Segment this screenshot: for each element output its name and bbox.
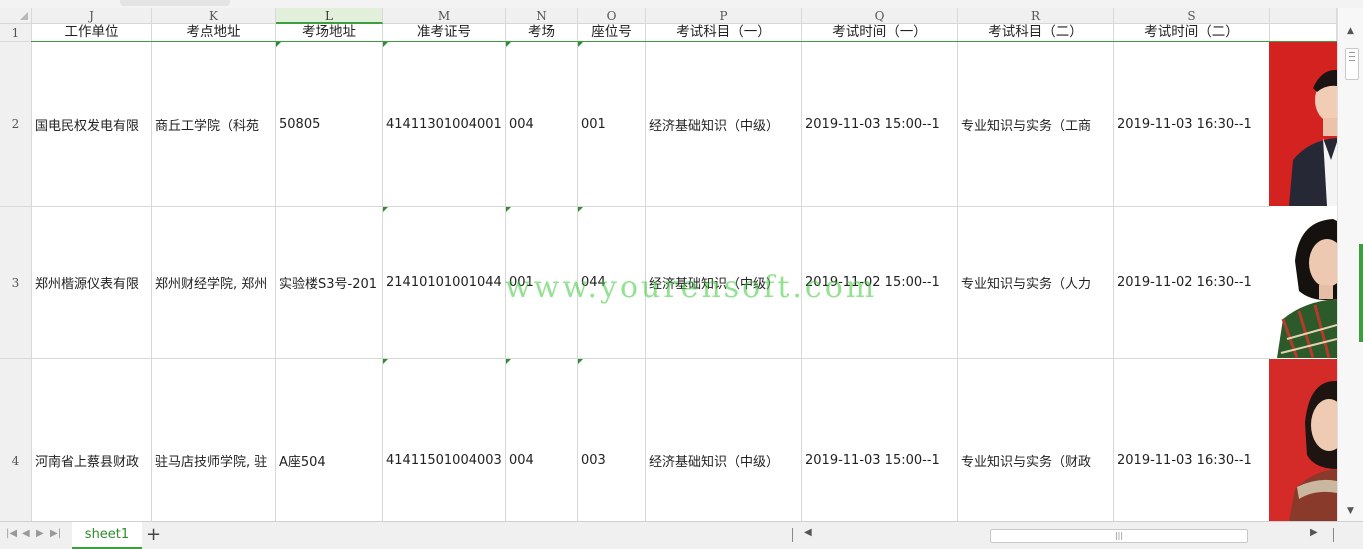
table-cell[interactable]: 21410101001044 — [383, 207, 506, 359]
column-header-s[interactable]: S — [1114, 8, 1270, 24]
table-cell[interactable]: 2019-11-03 15:00--1 — [802, 42, 958, 207]
column-header-p[interactable]: P — [646, 8, 802, 24]
header-cell-subject-1[interactable]: 考试科目（一） — [646, 24, 802, 42]
table-cell[interactable]: 001 — [506, 207, 578, 359]
column-header-q[interactable]: Q — [802, 8, 958, 24]
table-cell[interactable]: 国电民权发电有限 — [32, 42, 152, 207]
header-cell-seat-number[interactable]: 座位号 — [578, 24, 646, 42]
error-indicator-icon — [383, 207, 388, 212]
add-sheet-icon[interactable]: + — [146, 524, 161, 545]
scroll-up-icon[interactable]: ▲ — [1338, 22, 1363, 40]
table-cell[interactable]: 2019-11-02 16:30--1 — [1114, 207, 1270, 359]
last-sheet-icon[interactable]: ▶| — [50, 528, 61, 539]
column-header-j[interactable]: J — [32, 8, 152, 24]
header-cell-subject-2[interactable]: 考试科目（二） — [958, 24, 1114, 42]
scroll-right-icon[interactable]: ▶ — [1310, 527, 1318, 538]
row-header-1[interactable]: 1 — [0, 24, 32, 42]
table-cell[interactable]: 003 — [578, 359, 646, 521]
error-indicator-icon — [506, 42, 511, 47]
header-cell-time-1[interactable]: 考试时间（一） — [802, 24, 958, 42]
horizontal-scrollbar[interactable]: ◀ ||| ▶ — [800, 527, 1330, 543]
column-header-blank[interactable] — [1270, 8, 1337, 24]
table-cell[interactable]: A座504 — [276, 359, 383, 521]
table-cell[interactable]: 2019-11-02 15:00--1 — [802, 207, 958, 359]
table-cell[interactable]: 004 — [506, 42, 578, 207]
prev-sheet-icon[interactable]: ◀ — [22, 528, 30, 539]
table-cell[interactable]: 41411301004001 — [383, 42, 506, 207]
table-cell[interactable]: 专业知识与实务（财政 — [958, 359, 1114, 521]
table-cell[interactable]: 专业知识与实务（人力 — [958, 207, 1114, 359]
column-header-n[interactable]: N — [506, 8, 578, 24]
scroll-down-icon[interactable]: ▼ — [1338, 502, 1363, 520]
table-cell[interactable]: 001 — [578, 42, 646, 207]
error-indicator-icon — [578, 42, 583, 47]
table-cell[interactable]: 2019-11-03 16:30--1 — [1114, 42, 1270, 207]
next-sheet-icon[interactable]: ▶ — [36, 528, 44, 539]
table-cell[interactable]: 2019-11-03 16:30--1 — [1114, 359, 1270, 521]
table-cell[interactable]: 2019-11-03 15:00--1 — [802, 359, 958, 521]
column-header-m[interactable]: M — [383, 8, 506, 24]
table-cell[interactable]: 004 — [506, 359, 578, 521]
table-cell[interactable]: 河南省上蔡县财政 — [32, 359, 152, 521]
divider — [1333, 528, 1334, 542]
sheet-tab-sheet1[interactable]: sheet1 — [72, 522, 142, 549]
person-photo[interactable] — [1269, 359, 1337, 521]
column-header-o[interactable]: O — [578, 8, 646, 24]
header-cell-exam-site-address[interactable]: 考点地址 — [152, 24, 276, 42]
spreadsheet-grid[interactable]: J K L M N O P Q R S 1 工作单位 考点地址 考场地址 准考证… — [0, 8, 1337, 521]
select-all-corner[interactable] — [0, 8, 32, 24]
sheet-tab-bar: |◀ ◀ ▶ ▶| sheet1 + ◀ ||| ▶ — [0, 521, 1363, 549]
table-cell[interactable]: 专业知识与实务（工商 — [958, 42, 1114, 207]
table-cell[interactable]: 50805 — [276, 42, 383, 207]
horizontal-scroll-thumb[interactable]: ||| — [990, 529, 1248, 543]
column-header-k[interactable]: K — [152, 8, 276, 24]
table-cell[interactable]: 郑州楷源仪表有限 — [32, 207, 152, 359]
header-cell-exam-room-address[interactable]: 考场地址 — [276, 24, 383, 42]
table-cell[interactable]: 实验楼S3号-201 — [276, 207, 383, 359]
table-cell[interactable]: 经济基础知识（中级） — [646, 42, 802, 207]
selection-underline — [31, 41, 1337, 42]
header-cell-time-2[interactable]: 考试时间（二） — [1114, 24, 1270, 42]
top-toolbar-strip — [0, 0, 1363, 8]
header-cell-admission-number[interactable]: 准考证号 — [383, 24, 506, 42]
column-header-l[interactable]: L — [276, 8, 383, 24]
header-cell-blank[interactable] — [1270, 24, 1337, 42]
header-cell-exam-room[interactable]: 考场 — [506, 24, 578, 42]
table-cell[interactable]: 044 — [578, 207, 646, 359]
divider — [792, 528, 793, 542]
error-indicator-icon — [506, 359, 511, 364]
vertical-scroll-thumb[interactable] — [1345, 48, 1359, 80]
first-sheet-icon[interactable]: |◀ — [6, 528, 17, 539]
error-indicator-icon — [383, 42, 388, 47]
table-cell[interactable]: 郑州财经学院, 郑州 — [152, 207, 276, 359]
error-indicator-icon — [506, 207, 511, 212]
table-cell[interactable]: 41411501004003 — [383, 359, 506, 521]
top-tab-fragment — [120, 0, 230, 6]
row-header-4[interactable]: 4 — [0, 359, 32, 521]
person-photo[interactable] — [1269, 207, 1337, 358]
error-indicator-icon — [276, 42, 281, 47]
row-header-3[interactable]: 3 — [0, 207, 32, 359]
table-cell[interactable]: 经济基础知识（中级） — [646, 359, 802, 521]
person-photo[interactable] — [1269, 42, 1337, 206]
error-indicator-icon — [578, 359, 583, 364]
header-cell-work-unit[interactable]: 工作单位 — [32, 24, 152, 42]
error-indicator-icon — [383, 359, 388, 364]
table-cell[interactable]: 商丘工学院（科苑 — [152, 42, 276, 207]
scroll-left-icon[interactable]: ◀ — [804, 527, 812, 538]
scroll-side-marker — [1359, 244, 1363, 342]
table-cell[interactable]: 驻马店技师学院, 驻 — [152, 359, 276, 521]
table-cell[interactable]: 经济基础知识（中级） — [646, 207, 802, 359]
row-header-2[interactable]: 2 — [0, 42, 32, 207]
error-indicator-icon — [578, 207, 583, 212]
vertical-scrollbar[interactable]: ▲ ▼ — [1337, 8, 1363, 521]
column-header-r[interactable]: R — [958, 8, 1114, 24]
